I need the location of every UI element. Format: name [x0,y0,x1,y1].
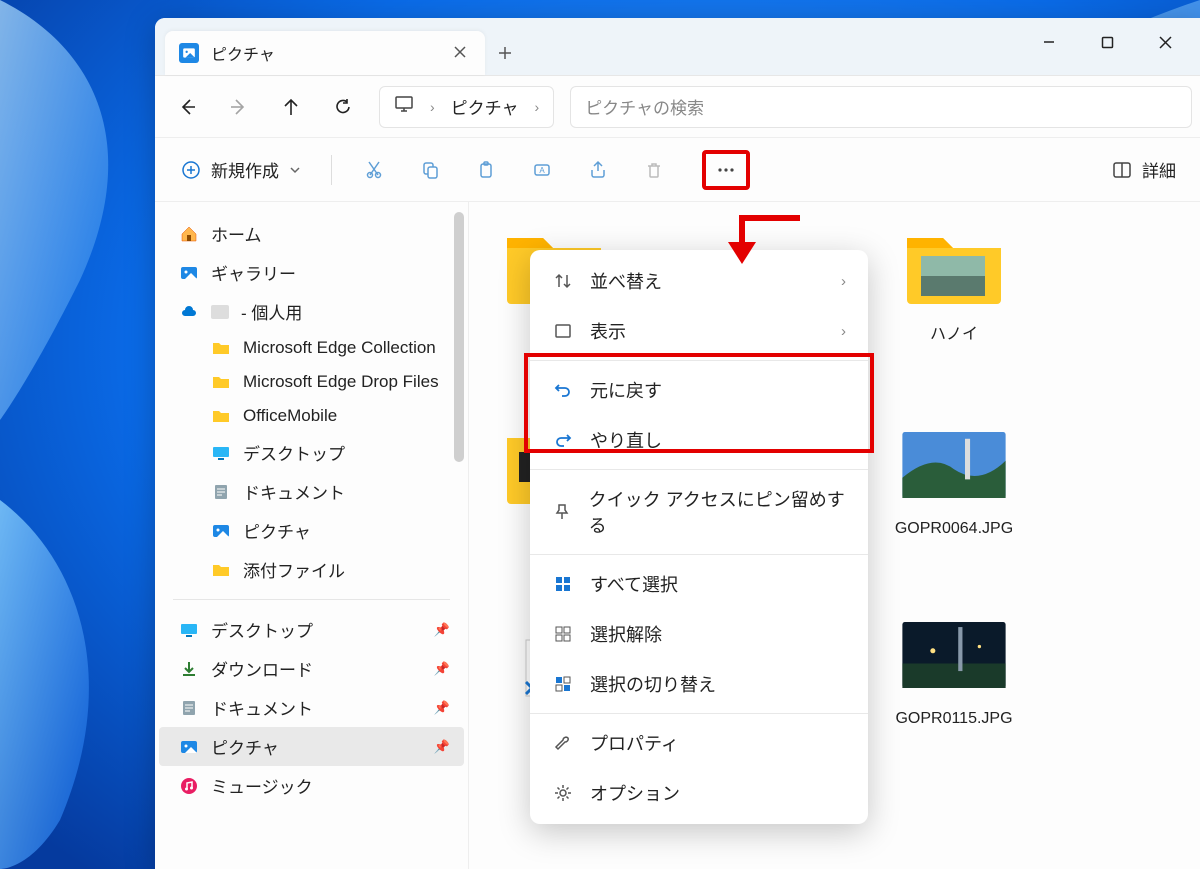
sidebar-quick-music[interactable]: ミュージック [159,766,464,805]
home-icon [179,224,199,244]
up-button[interactable] [267,83,315,131]
pin-icon: 📌 [434,700,450,716]
search-placeholder: ピクチャの検索 [585,94,704,119]
file-item[interactable]: GOPR0064.JPG [889,420,1019,538]
chevron-right-icon: › [841,273,846,290]
back-button[interactable] [163,83,211,131]
copy-button[interactable] [406,150,454,190]
tab-pictures[interactable]: ピクチャ [165,31,485,75]
undo-icon [552,381,574,399]
forward-button[interactable] [215,83,263,131]
sidebar-quick-downloads[interactable]: ダウンロード📌 [159,649,464,688]
select-none-icon [552,625,574,643]
chevron-right-icon: › [841,323,846,340]
more-menu: 並べ替え› 表示› 元に戻す やり直し クイック アクセスにピン留めする すべて… [530,250,868,824]
menu-undo[interactable]: 元に戻す [530,365,868,415]
toolbar: 新規作成 A 詳細 [155,138,1200,202]
folder-icon [211,560,231,580]
chevron-right-icon: › [430,99,435,115]
minimize-button[interactable] [1020,22,1078,62]
pin-icon [552,503,573,521]
scrollbar-thumb[interactable] [454,212,464,462]
folder-item[interactable]: ハノイ [889,220,1019,344]
paste-button[interactable] [462,150,510,190]
menu-select-none[interactable]: 選択解除 [530,609,868,659]
menu-options[interactable]: オプション [530,768,868,818]
navbar: › ピクチャ › ピクチャの検索 [155,76,1200,138]
chevron-right-icon: › [535,99,540,115]
delete-button[interactable] [630,150,678,190]
new-tab-button[interactable] [485,31,525,75]
select-all-icon [552,575,574,593]
menu-sort[interactable]: 並べ替え› [530,256,868,306]
menu-view[interactable]: 表示› [530,306,868,356]
pin-icon: 📌 [434,739,450,755]
sidebar-quick-documents[interactable]: ドキュメント📌 [159,688,464,727]
folder-icon [211,338,231,358]
wrench-icon [552,734,574,752]
tab-close-button[interactable] [447,37,473,70]
menu-select-invert[interactable]: 選択の切り替え [530,659,868,709]
breadcrumb-item[interactable]: ピクチャ [451,94,519,119]
select-invert-icon [552,675,574,693]
view-details-button[interactable]: 詳細 [1102,149,1186,190]
menu-redo[interactable]: やり直し [530,415,868,465]
navigation-pane: ホーム ギャラリー - 個人用 Microsoft Edge Collectio… [155,202,469,869]
search-input[interactable]: ピクチャの検索 [570,86,1192,128]
gallery-icon [179,263,199,283]
sidebar-desktop[interactable]: デスクトップ [159,433,464,472]
pin-icon: 📌 [434,661,450,677]
more-button[interactable] [702,150,750,190]
tab-title: ピクチャ [211,41,275,65]
music-icon [179,776,199,796]
desktop-icon [211,443,231,463]
refresh-button[interactable] [319,83,367,131]
sidebar-pictures[interactable]: ピクチャ [159,511,464,550]
sidebar-documents[interactable]: ドキュメント [159,472,464,511]
sidebar-quick-pictures[interactable]: ピクチャ📌 [159,727,464,766]
sidebar-folder[interactable]: Microsoft Edge Collection [159,331,464,365]
pictures-icon [211,521,231,541]
svg-text:A: A [539,166,545,175]
document-icon [179,698,199,718]
gear-icon [552,784,574,802]
sidebar-folder[interactable]: Microsoft Edge Drop Files [159,365,464,399]
new-button[interactable]: 新規作成 [169,149,313,190]
folder-icon [211,406,231,426]
redo-icon [552,431,574,449]
sidebar-onedrive[interactable]: - 個人用 [159,292,464,331]
sidebar-folder[interactable]: 添付ファイル [159,550,464,589]
cut-button[interactable] [350,150,398,190]
rename-button[interactable]: A [518,150,566,190]
share-button[interactable] [574,150,622,190]
titlebar: ピクチャ [155,18,1200,76]
sidebar-folder[interactable]: OfficeMobile [159,399,464,433]
sidebar-home[interactable]: ホーム [159,214,464,253]
sidebar-quick-desktop[interactable]: デスクトップ📌 [159,610,464,649]
pin-icon: 📌 [434,622,450,638]
sidebar-gallery[interactable]: ギャラリー [159,253,464,292]
menu-properties[interactable]: プロパティ [530,718,868,768]
file-item[interactable]: GOPR0115.JPG [889,610,1019,728]
pictures-icon [179,43,199,63]
download-icon [179,659,199,679]
chevron-down-icon [289,164,301,176]
menu-select-all[interactable]: すべて選択 [530,559,868,609]
close-window-button[interactable] [1136,22,1194,62]
cloud-icon [179,302,199,322]
menu-pin-quickaccess[interactable]: クイック アクセスにピン留めする [530,474,868,550]
view-icon [552,322,574,340]
breadcrumb[interactable]: › ピクチャ › [379,86,554,128]
monitor-icon [394,94,414,119]
desktop-icon [179,620,199,640]
folder-icon [211,372,231,392]
sort-icon [552,272,574,290]
pictures-icon [179,737,199,757]
document-icon [211,482,231,502]
maximize-button[interactable] [1078,22,1136,62]
